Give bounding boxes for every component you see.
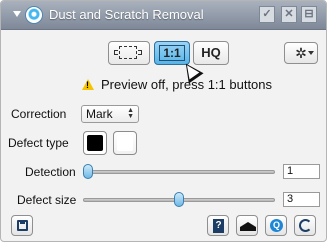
warning-icon	[82, 79, 94, 90]
white-fill	[117, 135, 133, 151]
preview-frame-button[interactable]	[108, 41, 150, 65]
correction-label: Correction	[11, 107, 67, 121]
quick-help-icon: Q	[270, 219, 283, 232]
settings-menu-button[interactable]: ✲	[284, 42, 318, 64]
save-icon	[17, 220, 28, 231]
defect-type-white-swatch[interactable]	[113, 131, 137, 155]
select-arrows-icon: ▲ ▼	[127, 107, 134, 120]
window-title: Dust and Scratch Removal	[49, 7, 204, 22]
preview-1-1-label: 1:1	[159, 45, 185, 61]
education-button[interactable]	[236, 215, 258, 236]
reset-icon	[299, 219, 312, 232]
defect-size-slider-thumb[interactable]	[174, 192, 184, 207]
preview-1-1-button[interactable]: 1:1	[154, 41, 190, 65]
module-icon	[26, 7, 42, 23]
enable-check-button[interactable]: ✓	[259, 6, 275, 23]
detection-value-field[interactable]: 1	[283, 164, 320, 179]
correction-value: Mark	[86, 107, 113, 121]
graduation-cap-icon	[240, 222, 256, 231]
gear-icon: ✲	[295, 45, 307, 61]
frame-icon	[114, 46, 142, 59]
defect-size-value-field[interactable]: 3	[283, 192, 320, 207]
black-fill	[87, 135, 103, 151]
detection-slider-thumb[interactable]	[83, 164, 93, 179]
panel-menu-button[interactable]: ⊟	[301, 6, 317, 23]
title-bar: Dust and Scratch Removal ✓ ✕ ⊟	[1, 1, 326, 30]
preview-hq-button[interactable]: HQ	[193, 41, 229, 65]
collapse-arrow-icon[interactable]	[13, 11, 21, 17]
close-button[interactable]: ✕	[281, 6, 297, 23]
correction-select[interactable]: Mark ▲ ▼	[81, 105, 139, 123]
defect-size-label: Defect size	[17, 193, 77, 207]
dust-and-scratch-removal-panel: Dust and Scratch Removal ✓ ✕ ⊟ 1:1 HQ ✲ …	[0, 0, 327, 242]
help-button[interactable]: ?	[207, 215, 229, 236]
detection-slider-track[interactable]	[83, 170, 275, 174]
help-book-icon: ?	[213, 219, 224, 233]
dropdown-arrow-icon	[308, 51, 314, 55]
save-button[interactable]	[11, 215, 33, 236]
detection-label: Detection	[25, 165, 76, 179]
defect-type-black-swatch[interactable]	[83, 131, 107, 155]
defect-type-label: Defect type	[8, 136, 69, 150]
reset-button[interactable]	[294, 215, 316, 236]
quick-help-button[interactable]: Q	[265, 215, 287, 236]
status-message: Preview off, press 1:1 buttons	[101, 77, 273, 92]
